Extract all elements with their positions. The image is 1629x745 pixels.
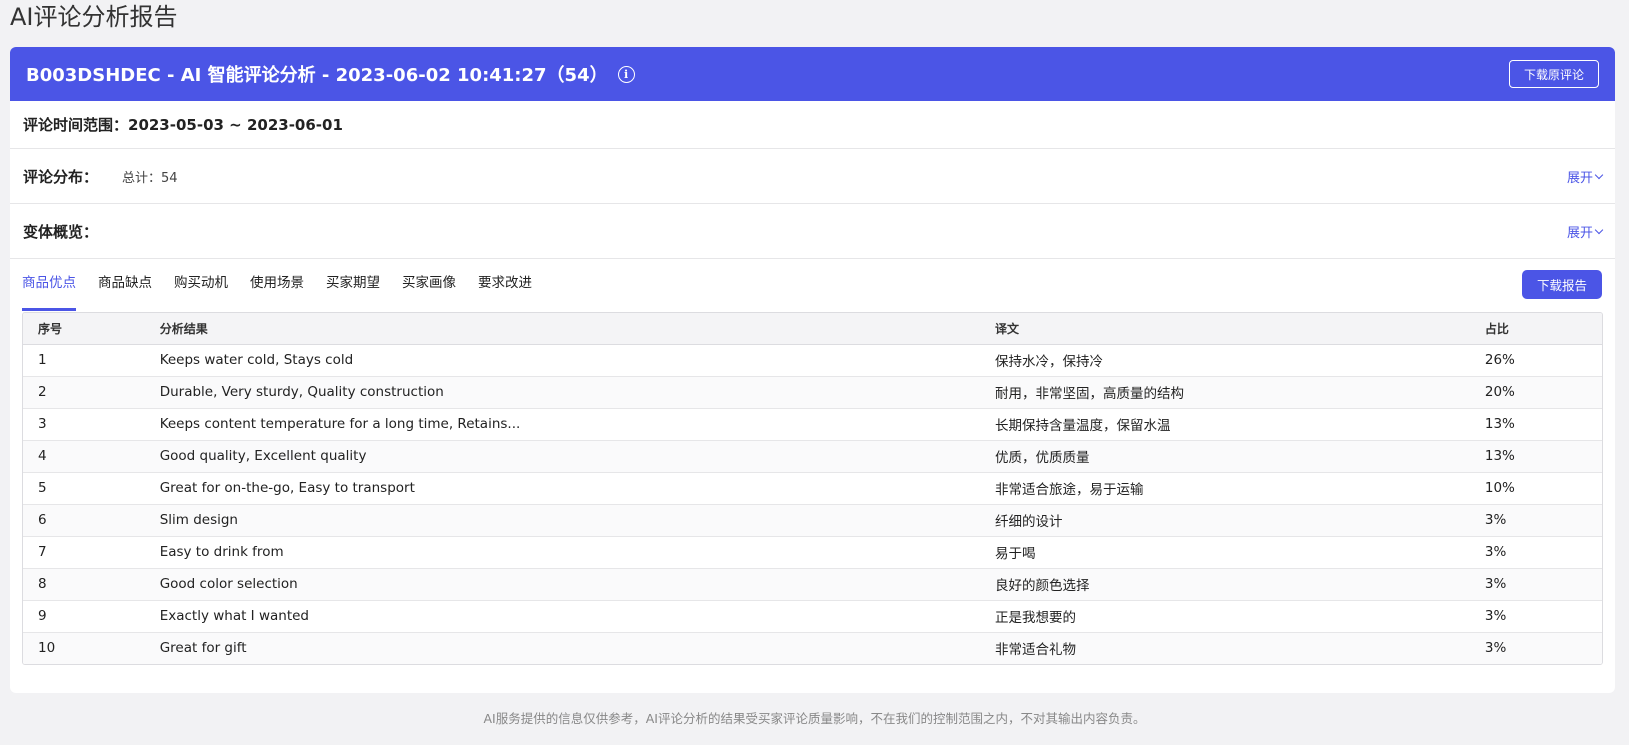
cell-share: 3% [1469,600,1602,633]
tab-improvement-requests[interactable]: 要求改进 [478,269,532,311]
cell-index: 3 [23,408,145,441]
cell-share: 3% [1469,536,1602,569]
footer-disclaimer: AI服务提供的信息仅供参考，AI评论分析的结果受买家评论质量影响，不在我们的控制… [483,711,1146,726]
tab-buyer-expectations[interactable]: 买家期望 [326,269,380,311]
cell-result: Good color selection [144,568,980,601]
tab-product-pros[interactable]: 商品优点 [22,269,76,311]
cell-translation: 非常适合旅途，易于运输 [979,472,1470,505]
tab-buyer-persona[interactable]: 买家画像 [402,269,456,311]
cell-share: 10% [1469,472,1602,505]
download-raw-reviews-button[interactable]: 下载原评论 [1508,60,1599,88]
distribution-expand-link[interactable]: 展开 [1566,167,1604,186]
cell-result: Great for gift [144,632,980,664]
tab-usage-scenarios[interactable]: 使用场景 [250,269,304,311]
cell-share: 26% [1469,344,1602,377]
variants-label: 变体概览： [23,222,99,241]
cell-share: 20% [1469,376,1602,409]
table-row: 10 Great for gift 非常适合礼物 3% [23,632,1602,664]
chevron-down-icon [1594,170,1604,179]
cell-translation: 非常适合礼物 [979,632,1470,664]
cell-index: 6 [23,504,145,537]
cell-result: Slim design [144,504,980,537]
cell-translation: 耐用，非常坚固，高质量的结构 [979,376,1470,409]
table-header-row: 序号 分析结果 译文 占比 [23,313,1602,345]
distribution-left: 评论分布： 总计：54 [23,166,178,187]
analysis-table: 序号 分析结果 译文 占比 1 Keeps water cold, Stays c… [22,312,1603,665]
cell-index: 9 [23,600,145,633]
table-row: 8 Good color selection 良好的颜色选择 3% [23,568,1602,601]
report-card: B003DSHDEC - AI 智能评论分析 - 2023-06-02 10:4… [10,47,1615,693]
report-header: B003DSHDEC - AI 智能评论分析 - 2023-06-02 10:4… [10,47,1615,101]
table-row: 6 Slim design 纤细的设计 3% [23,504,1602,537]
tab-product-cons[interactable]: 商品缺点 [98,269,152,311]
distribution-label: 评论分布： [23,167,99,186]
report-header-title: B003DSHDEC - AI 智能评论分析 - 2023-06-02 10:4… [26,65,608,86]
cell-result: Good quality, Excellent quality [144,440,980,473]
tabs-bar: 商品优点 商品缺点 购买动机 使用场景 买家期望 买家画像 要求改进 下载报告 [10,259,1615,311]
cell-share: 3% [1469,632,1602,664]
cell-share: 3% [1469,504,1602,537]
cell-translation: 保持水冷，保持冷 [979,344,1470,377]
table-row: 1 Keeps water cold, Stays cold 保持水冷，保持冷 26% [23,344,1602,377]
cell-translation: 良好的颜色选择 [979,568,1470,601]
table-row: 7 Easy to drink from 易于喝 3% [23,536,1602,569]
cell-translation: 正是我想要的 [979,600,1470,633]
cell-index: 5 [23,472,145,505]
chevron-down-icon [1594,225,1604,234]
page-title: AI评论分析报告 [10,3,178,31]
review-range-row: 评论时间范围：2023-05-03 ~ 2023-06-01 [10,101,1615,149]
cell-index: 10 [23,632,145,664]
cell-share: 13% [1469,440,1602,473]
variants-row: 变体概览： 展开 [10,204,1615,259]
report-header-title-wrap: B003DSHDEC - AI 智能评论分析 - 2023-06-02 10:4… [26,61,635,87]
cell-translation: 纤细的设计 [979,504,1470,537]
cell-index: 8 [23,568,145,601]
tab-purchase-motivation[interactable]: 购买动机 [174,269,228,311]
cell-result: Easy to drink from [144,536,980,569]
download-report-button[interactable]: 下载报告 [1521,270,1602,299]
analysis-tabs: 商品优点 商品缺点 购买动机 使用场景 买家期望 买家画像 要求改进 [22,269,532,311]
distribution-row: 评论分布： 总计：54 展开 [10,149,1615,204]
table-row: 5 Great for on-the-go, Easy to transport 非… [23,472,1602,505]
table-row: 4 Good quality, Excellent quality 优质，优质质量 1… [23,440,1602,473]
table-row: 2 Durable, Very sturdy, Quality construct… [23,376,1602,409]
cell-result: Great for on-the-go, Easy to transport [144,472,980,505]
column-header-result: 分析结果 [144,313,980,345]
info-icon[interactable]: i [617,65,635,83]
cell-result: Exactly what I wanted [144,600,980,633]
cell-translation: 长期保持含量温度，保留水温 [979,408,1470,441]
cell-result: Keeps content temperature for a long tim… [144,408,980,441]
variants-expand-label: 展开 [1566,225,1593,241]
cell-index: 4 [23,440,145,473]
cell-index: 7 [23,536,145,569]
table-row: 9 Exactly what I wanted 正是我想要的 3% [23,600,1602,633]
cell-translation: 易于喝 [979,536,1470,569]
cell-index: 1 [23,344,145,377]
column-header-share: 占比 [1469,313,1602,345]
cell-share: 3% [1469,568,1602,601]
review-range-text: 评论时间范围：2023-05-03 ~ 2023-06-01 [23,116,343,134]
cell-result: Keeps water cold, Stays cold [144,344,980,377]
distribution-total: 总计：54 [122,170,178,186]
table-row: 3 Keeps content temperature for a long ti… [23,408,1602,441]
distribution-expand-label: 展开 [1566,170,1593,186]
cell-index: 2 [23,376,145,409]
variants-expand-link[interactable]: 展开 [1566,222,1604,241]
cell-translation: 优质，优质质量 [979,440,1470,473]
cell-result: Durable, Very sturdy, Quality constructi… [144,376,980,409]
column-header-translation: 译文 [979,313,1470,345]
column-header-index: 序号 [23,313,145,345]
cell-share: 13% [1469,408,1602,441]
